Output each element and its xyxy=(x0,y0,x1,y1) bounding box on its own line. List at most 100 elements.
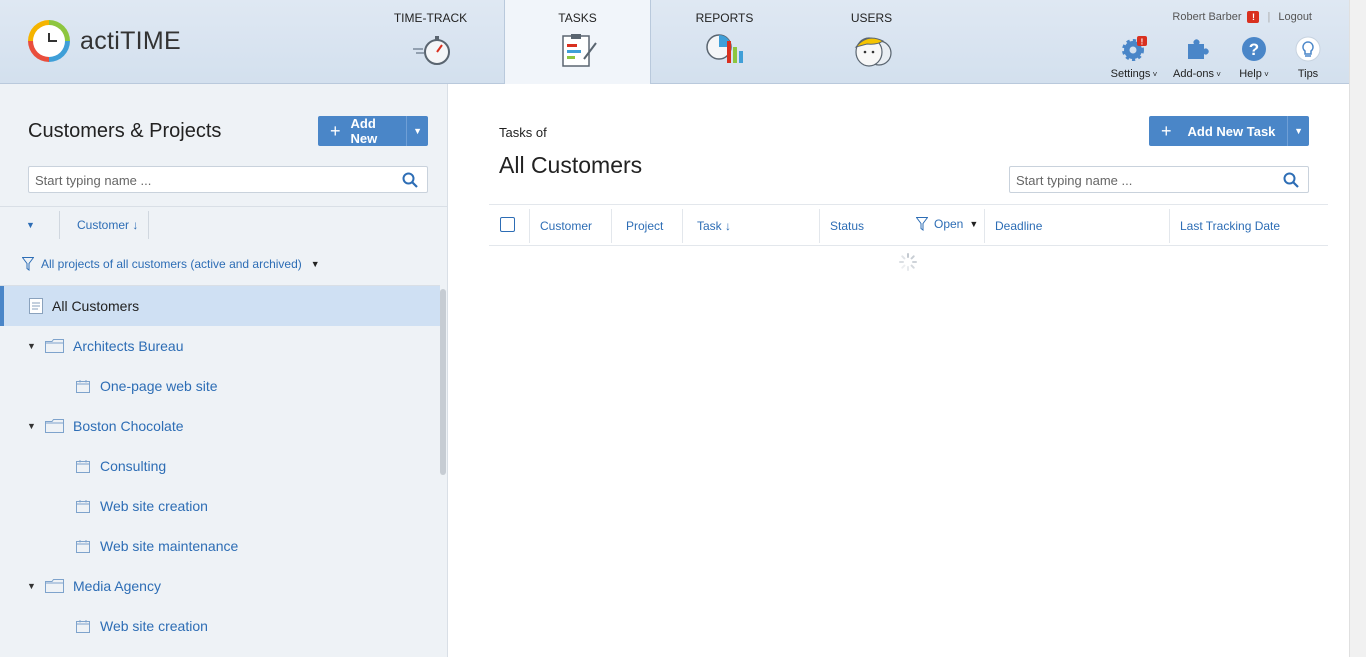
addons-label: Add-ons xyxy=(1173,68,1215,80)
column-last-tracking-date[interactable]: Last Tracking Date xyxy=(1180,219,1280,233)
svg-text:!: ! xyxy=(1141,38,1144,47)
clock-logo-icon xyxy=(28,20,70,62)
tab-tasks[interactable]: TASKS xyxy=(504,0,651,84)
add-new-task-button[interactable]: + Add New Task ▼ xyxy=(1149,116,1309,146)
reports-chart-icon xyxy=(705,34,743,63)
project-icon xyxy=(76,459,90,473)
select-all-checkbox[interactable] xyxy=(500,217,515,232)
tab-time-track[interactable]: TIME-TRACK xyxy=(357,0,504,84)
sort-arrow-icon: ↓ xyxy=(132,218,139,232)
users-face-icon xyxy=(854,37,892,67)
filter-text: All projects of all customers (active an… xyxy=(41,257,302,271)
alert-icon[interactable]: ! xyxy=(1247,11,1260,23)
page-scrollbar[interactable] xyxy=(1349,0,1366,657)
add-new-label: Add New xyxy=(350,116,378,146)
column-task[interactable]: Task ↓ xyxy=(697,219,731,233)
project-name: One-page web site xyxy=(100,378,218,394)
tree-project[interactable]: Consulting xyxy=(0,446,440,486)
customer-tree: All Customers ▼ Architects Bureau One-pa… xyxy=(0,285,440,646)
loading-spinner-icon xyxy=(899,253,917,271)
tips-button[interactable]: Tips xyxy=(1288,36,1328,80)
customers-projects-panel: Customers & Projects + Add New ▼ Start t… xyxy=(0,84,448,657)
project-icon xyxy=(76,379,90,393)
tab-label: TIME-TRACK xyxy=(393,11,468,25)
column-deadline[interactable]: Deadline xyxy=(995,219,1042,233)
status-filter[interactable]: Open ▼ xyxy=(916,217,978,231)
chevron-down-icon[interactable]: ▼ xyxy=(27,341,36,351)
tree-project[interactable]: Web site creation xyxy=(0,486,440,526)
divider xyxy=(819,209,820,243)
settings-button[interactable]: ! Settings ˅ xyxy=(1108,36,1160,80)
help-button[interactable]: ? Help ˅ xyxy=(1234,36,1274,80)
chevron-down-icon[interactable]: ▼ xyxy=(27,581,36,591)
tab-reports[interactable]: REPORTS xyxy=(651,0,798,84)
document-icon xyxy=(29,298,43,314)
customer-search-input[interactable]: Start typing name ... xyxy=(28,166,428,193)
tree-item-label: All Customers xyxy=(52,298,140,314)
tree-customer[interactable]: ▼ Boston Chocolate xyxy=(0,406,440,446)
project-name: Web site maintenance xyxy=(100,538,239,554)
tab-label: USERS xyxy=(850,11,893,25)
chevron-down-icon[interactable]: ▼ xyxy=(406,116,428,146)
tab-users[interactable]: USERS xyxy=(798,0,945,84)
tree-project[interactable]: One-page web site xyxy=(0,366,440,406)
add-new-button[interactable]: + Add New ▼ xyxy=(318,116,428,146)
divider xyxy=(1169,209,1170,243)
customer-name: Boston Chocolate xyxy=(73,418,184,434)
gear-icon: ! xyxy=(1122,36,1147,61)
tips-label: Tips xyxy=(1297,68,1319,80)
project-icon xyxy=(76,539,90,553)
chevron-down-icon[interactable]: ▼ xyxy=(311,259,320,269)
project-name: Web site creation xyxy=(100,498,208,514)
tree-customer[interactable]: ▼ Media Agency xyxy=(0,566,440,606)
column-project[interactable]: Project xyxy=(626,219,663,233)
column-status[interactable]: Status xyxy=(830,219,864,233)
panel-title: Customers & Projects xyxy=(28,120,222,142)
folder-icon xyxy=(45,339,64,353)
separator: | xyxy=(1267,11,1271,23)
divider xyxy=(529,209,530,243)
tree-header: ▼ Customer ↓ xyxy=(0,206,447,244)
top-bar: actiTIME TIME-TRACK TASKS REPORTS USERS … xyxy=(0,0,1349,84)
search-icon[interactable] xyxy=(1283,172,1299,188)
task-search-input[interactable]: Start typing name ... xyxy=(1009,166,1309,193)
chevron-down-icon[interactable]: ▼ xyxy=(1287,116,1309,146)
help-label: Help xyxy=(1239,68,1262,80)
divider xyxy=(611,209,612,243)
column-customer[interactable]: Customer xyxy=(540,219,592,233)
task-grid-header: Customer Project Task ↓ Status Open ▼ De… xyxy=(489,204,1328,246)
logout-link[interactable]: Logout xyxy=(1278,11,1312,23)
folder-icon xyxy=(45,579,64,593)
divider xyxy=(148,211,149,239)
chevron-down-icon[interactable]: ▼ xyxy=(26,220,35,230)
logo[interactable]: actiTIME xyxy=(28,20,181,62)
tree-project[interactable]: Web site maintenance xyxy=(0,526,440,566)
tree-scrollbar[interactable] xyxy=(440,289,446,475)
tree-customer[interactable]: ▼ Architects Bureau xyxy=(0,326,440,366)
addons-button[interactable]: Add-ons ˅ xyxy=(1172,36,1222,80)
user-name[interactable]: Robert Barber xyxy=(1172,11,1241,23)
column-customer[interactable]: Customer ↓ xyxy=(77,218,138,232)
chevron-down-icon: ▼ xyxy=(969,219,979,229)
tasks-of-label: Tasks of xyxy=(499,125,547,140)
add-task-label: Add New Task xyxy=(1187,123,1276,139)
divider xyxy=(984,209,985,243)
divider xyxy=(59,211,60,239)
puzzle-icon xyxy=(1188,39,1209,59)
svg-text:?: ? xyxy=(1249,40,1259,59)
tab-label: TASKS xyxy=(558,11,597,25)
search-icon[interactable] xyxy=(402,172,418,188)
settings-label: Settings xyxy=(1110,68,1151,80)
chevron-down-icon[interactable]: ▼ xyxy=(27,421,36,431)
tree-item-all-customers[interactable]: All Customers xyxy=(0,286,440,326)
project-name: Consulting xyxy=(100,458,167,474)
project-icon xyxy=(76,499,90,513)
tab-label: REPORTS xyxy=(695,11,754,25)
customer-name: Media Agency xyxy=(73,578,161,594)
plus-icon: + xyxy=(1161,121,1172,141)
tasks-clipboard-icon xyxy=(561,34,597,67)
status-filter-label: Open xyxy=(934,217,964,231)
search-placeholder: Start typing name ... xyxy=(1016,173,1133,188)
tree-project[interactable]: Web site creation xyxy=(0,606,440,646)
project-filter[interactable]: All projects of all customers (active an… xyxy=(22,257,320,271)
